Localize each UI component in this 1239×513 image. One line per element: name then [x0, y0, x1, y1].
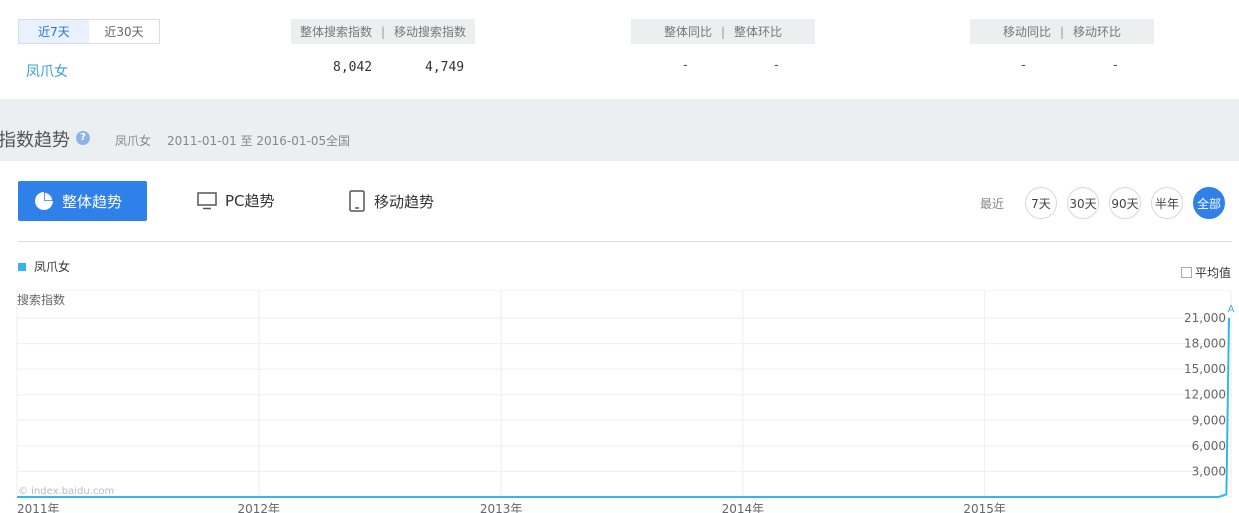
range-7d-button[interactable]: 7天	[1025, 187, 1057, 219]
mobile-mom-header: 移动环比	[1073, 25, 1122, 39]
average-label: 平均值	[1195, 266, 1232, 280]
y-tick-label: 3,000	[1192, 464, 1226, 478]
y-tick-label: 21,000	[1184, 311, 1226, 325]
legend-swatch	[18, 262, 26, 271]
help-icon[interactable]: ?	[76, 131, 90, 145]
trend-header-band	[0, 99, 1239, 161]
header-separator: |	[1059, 24, 1065, 39]
mobile-index-value: 4,749	[425, 60, 465, 75]
plot-frame	[16, 290, 1232, 498]
x-tick-label: 2013年	[480, 502, 523, 513]
divider	[18, 241, 1232, 242]
period-toggle: 近7天 近30天	[18, 19, 160, 44]
header-separator: |	[380, 24, 386, 39]
period-tab-7d[interactable]: 近7天	[19, 20, 89, 43]
y-tick-label: 15,000	[1184, 362, 1226, 376]
overall-mom-value: -	[774, 58, 779, 73]
average-checkbox[interactable]	[1181, 267, 1192, 278]
range-30d-button[interactable]: 30天	[1067, 187, 1099, 219]
mobile-ratio-header: 移动同比 | 移动环比	[970, 19, 1154, 44]
series-line	[17, 317, 1230, 498]
mobile-yoy-header: 移动同比	[1002, 25, 1051, 39]
trend-date-range: 2011-01-01 至 2016-01-05	[167, 134, 327, 148]
tab-pc-trend-label: PC趋势	[225, 192, 275, 210]
trend-region: 全国	[326, 134, 351, 148]
legend-series-label: 凤爪女	[34, 260, 71, 274]
y-tick-label: 12,000	[1184, 388, 1226, 402]
range-half-year-button[interactable]: 半年	[1151, 187, 1183, 219]
x-tick-label: 2015年	[963, 502, 1006, 513]
tablet-icon	[349, 190, 365, 212]
range-all-button[interactable]: 全部	[1193, 187, 1225, 219]
overall-ratio-header: 整体同比 | 整体环比	[631, 19, 815, 44]
range-90d-button[interactable]: 90天	[1109, 187, 1141, 219]
tab-overall-trend-label: 整体趋势	[62, 192, 123, 211]
tab-mobile-trend-label: 移动趋势	[374, 192, 435, 211]
monitor-icon	[197, 191, 217, 209]
trend-title: 指数趋势	[0, 130, 70, 151]
header-separator: |	[720, 24, 726, 39]
watermark: © index.baidu.com	[18, 486, 114, 497]
trend-chart[interactable]: 3,000 6,000 9,000 12,000 15,000 18,000 21,000 2…	[0, 290, 1239, 513]
y-axis-label: 搜索指数	[17, 292, 65, 307]
tab-pc-trend[interactable]: PC趋势	[197, 190, 275, 211]
peak-marker: A	[1228, 304, 1235, 315]
summary-panel: 近7天 近30天 整体搜索指数 | 移动搜索指数 整体同比 | 整体环比 移动同…	[0, 0, 1239, 99]
mobile-search-index-header: 移动搜索指数	[394, 25, 467, 39]
x-tick-label: 2014年	[722, 502, 765, 513]
overall-index-value: 8,042	[333, 60, 373, 75]
keyword-link[interactable]: 凤爪女	[26, 61, 68, 81]
mobile-mom-value: -	[1113, 58, 1118, 73]
x-tick-label: 2011年	[17, 502, 60, 513]
x-tick-label: 2012年	[237, 502, 280, 513]
tab-overall-trend[interactable]: 整体趋势	[18, 181, 147, 221]
search-index-header: 整体搜索指数 | 移动搜索指数	[291, 19, 475, 44]
range-label: 最近	[980, 197, 1005, 211]
overall-yoy-value: -	[683, 58, 688, 73]
y-tick-label: 9,000	[1192, 413, 1226, 427]
overall-search-index-header: 整体搜索指数	[299, 25, 372, 39]
trend-keyword: 凤爪女	[115, 134, 152, 148]
mobile-yoy-value: -	[1021, 58, 1026, 73]
average-toggle[interactable]: 平均值	[1181, 264, 1231, 281]
y-tick-label: 18,000	[1184, 337, 1226, 351]
period-tab-30d[interactable]: 近30天	[89, 20, 159, 43]
overall-mom-header: 整体环比	[734, 25, 783, 39]
y-tick-label: 6,000	[1192, 439, 1226, 453]
overall-yoy-header: 整体同比	[663, 25, 712, 39]
pie-chart-icon	[35, 192, 53, 210]
tab-mobile-trend[interactable]: 移动趋势	[348, 190, 434, 212]
chart-legend[interactable]: 凤爪女	[18, 258, 70, 275]
